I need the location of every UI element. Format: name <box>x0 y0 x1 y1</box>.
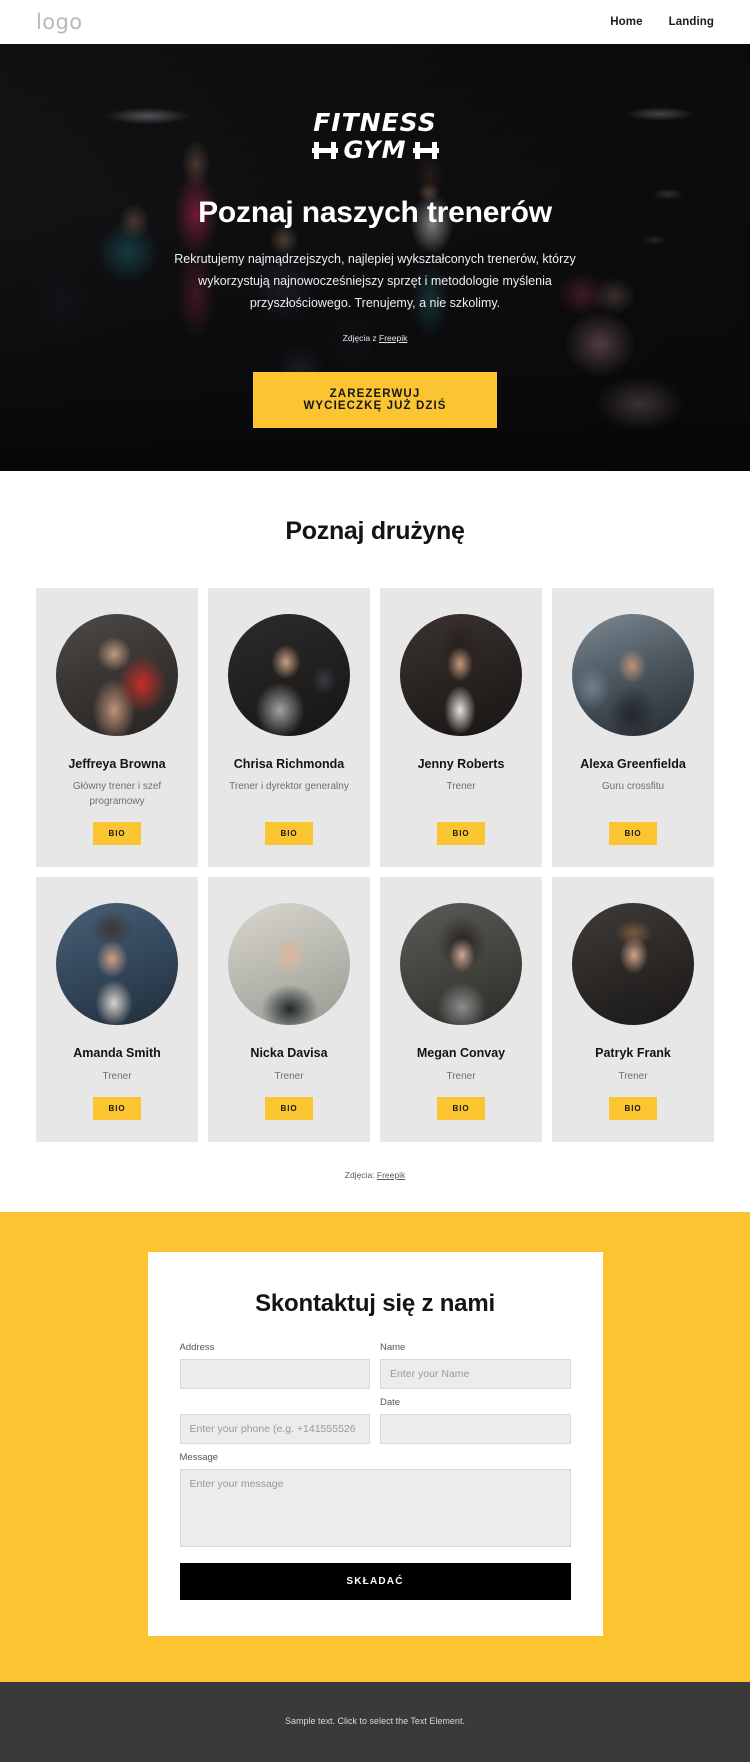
brand-gym-row: GYM <box>311 136 439 164</box>
team-grid: Jeffreya Browna Główny trener i szef pro… <box>36 588 714 1142</box>
avatar <box>572 614 694 736</box>
avatar <box>56 903 178 1026</box>
form-row-phone-date: Date <box>179 1397 571 1444</box>
team-card[interactable]: Alexa Greenfielda Guru crossfitu BIO <box>552 588 714 868</box>
brand-gym-text: GYM <box>343 136 407 164</box>
bio-button[interactable]: BIO <box>436 1097 486 1120</box>
site-header: logo Home Landing <box>0 0 750 44</box>
footer-text[interactable]: Sample text. Click to select the Text El… <box>0 1716 750 1726</box>
member-role: Trener <box>274 1070 304 1082</box>
form-row-address-name: Address Name <box>179 1342 571 1389</box>
field-address: Address <box>179 1342 370 1389</box>
bio-button[interactable]: BIO <box>92 1097 142 1120</box>
team-card[interactable]: Jeffreya Browna Główny trener i szef pro… <box>36 588 198 868</box>
team-card[interactable]: Chrisa Richmonda Trener i dyrektor gener… <box>208 588 370 868</box>
team-card[interactable]: Megan Convay Trener BIO <box>380 877 542 1142</box>
bio-button[interactable]: BIO <box>92 822 142 846</box>
site-footer: Sample text. Click to select the Text El… <box>0 1682 750 1762</box>
name-input[interactable] <box>380 1359 571 1389</box>
member-name: Alexa Greenfielda <box>580 757 686 771</box>
contact-section: Skontaktuj się z nami Address Name Enter… <box>0 1212 750 1682</box>
message-label: Message <box>179 1452 219 1463</box>
dumbbell-icon-right <box>412 141 439 159</box>
date-label: Date <box>380 1397 401 1408</box>
bio-button[interactable]: BIO <box>436 822 486 846</box>
bio-button[interactable]: BIO <box>608 822 658 846</box>
member-role: Trener <box>102 1070 132 1082</box>
team-card[interactable]: Jenny Roberts Trener BIO <box>380 588 542 868</box>
team-section: Poznaj drużynę Jeffreya Browna Główny tr… <box>0 471 750 1212</box>
member-name: Nicka Davisa <box>250 1046 328 1061</box>
brand-fitness-text: FITNESS <box>313 108 437 137</box>
book-tour-cta-button[interactable]: ZAREZERWUJ WYCIECZKĘ JUŻ DZIŚ <box>253 371 497 428</box>
contact-form: Address Name Date Messag <box>179 1342 571 1600</box>
address-input[interactable] <box>179 1359 370 1389</box>
avatar <box>400 614 522 736</box>
member-name: Jenny Roberts <box>417 757 505 771</box>
contact-form-card: Skontaktuj się z nami Address Name Enter… <box>147 1252 603 1636</box>
member-name: Amanda Smith <box>73 1046 161 1061</box>
member-role: Trener <box>446 1070 476 1082</box>
member-role: Guru crossfitu <box>601 781 665 793</box>
field-date: Date <box>380 1397 571 1444</box>
nav-link-home[interactable]: Home <box>610 16 642 28</box>
member-name: Patryk Frank <box>595 1046 671 1061</box>
avatar <box>572 903 694 1026</box>
team-credit-prefix: Zdjęcia: <box>344 1170 377 1180</box>
hero-title: Poznaj naszych trenerów <box>198 196 552 229</box>
contact-title: Skontaktuj się z nami <box>255 1290 495 1317</box>
avatar <box>228 614 350 736</box>
name-label: Name <box>380 1342 406 1353</box>
member-name: Megan Convay <box>416 1046 506 1061</box>
team-photo-credit: Zdjęcia: Freepik <box>0 1170 750 1180</box>
team-card[interactable]: Patryk Frank Trener BIO <box>552 877 714 1142</box>
field-message: Message <box>179 1452 571 1547</box>
bio-button[interactable]: BIO <box>264 822 314 846</box>
member-role: Trener <box>446 781 476 793</box>
member-name: Jeffreya Browna <box>68 757 166 771</box>
avatar <box>56 614 178 736</box>
date-input[interactable] <box>380 1414 571 1444</box>
phone-input[interactable] <box>179 1414 370 1444</box>
nav-link-landing[interactable]: Landing <box>669 16 714 28</box>
bio-button[interactable]: BIO <box>264 1097 314 1120</box>
main-nav: Home Landing <box>610 16 714 28</box>
member-role: Trener i dyrektor generalny <box>229 781 349 793</box>
submit-button[interactable]: SKŁADAĆ <box>179 1563 571 1600</box>
team-section-title: Poznaj drużynę <box>285 517 465 545</box>
team-card[interactable]: Amanda Smith Trener BIO <box>36 877 198 1142</box>
member-name: Chrisa Richmonda <box>233 757 345 771</box>
hero-subtitle: Rekrutujemy najmądrzejszych, najlepiej w… <box>174 252 576 310</box>
team-credit-link[interactable]: Freepik <box>377 1170 405 1180</box>
hero-credit-link[interactable]: Freepik <box>379 333 407 343</box>
team-card[interactable]: Nicka Davisa Trener BIO <box>208 877 370 1142</box>
hero-photo-credit: Zdjęcia z Freepik <box>0 333 750 343</box>
avatar <box>228 903 350 1026</box>
member-role: Główny trener i szef programowy <box>72 781 162 807</box>
member-role: Trener <box>618 1070 648 1082</box>
field-phone <box>179 1397 370 1444</box>
bio-button[interactable]: BIO <box>608 1097 658 1120</box>
hero-content: FITNESS GYM Poznaj naszych trenerów Rekr… <box>0 44 750 428</box>
dumbbell-icon-left <box>311 141 338 159</box>
message-input[interactable] <box>179 1469 571 1547</box>
hero-credit-prefix: Zdjęcia z <box>342 332 380 343</box>
address-label: Address <box>179 1342 215 1353</box>
avatar <box>400 903 522 1026</box>
logo[interactable]: logo <box>36 10 82 34</box>
fitness-gym-logo: FITNESS GYM <box>311 108 439 164</box>
field-name: Name <box>380 1342 571 1389</box>
hero-section: FITNESS GYM Poznaj naszych trenerów Rekr… <box>0 44 750 471</box>
